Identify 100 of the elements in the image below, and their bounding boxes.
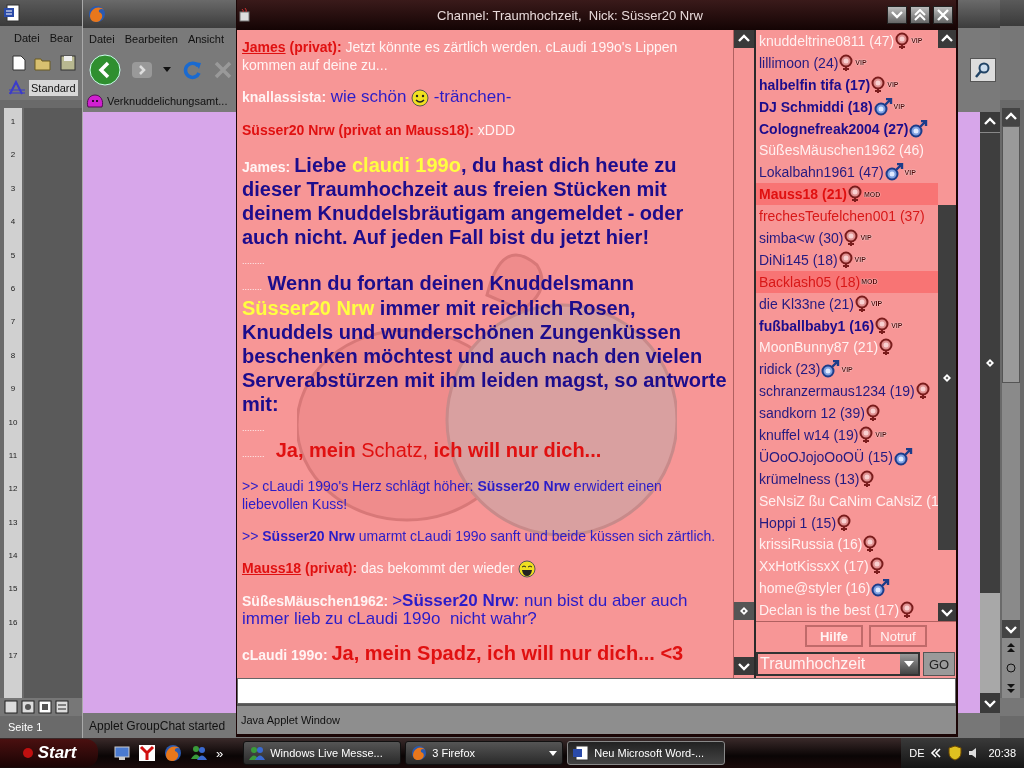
chat-message: ........ Wenn du fortan deinen Knuddelsmann Süsser20 Nrw immer mit reichlich Rosen, Knuddels und wunderschönen Zungenküssen beschenken möchtest und auch nach den vielen Serverabstürzen mit ihm leiden magst, so antworte mit: xyxy=(242,270,728,416)
maximize-button[interactable] xyxy=(910,6,930,24)
chevron-down-icon xyxy=(891,10,903,20)
chat-message: ......... xyxy=(242,421,266,435)
ruler-number: 10 xyxy=(8,416,18,429)
female-symbol-icon xyxy=(862,535,879,554)
folder-icon[interactable] xyxy=(34,55,52,71)
female-symbol-icon xyxy=(914,382,931,401)
female-symbol-icon xyxy=(859,469,876,488)
vertical-scrollbar[interactable] xyxy=(980,112,1000,713)
menu-item[interactable]: Datei xyxy=(14,32,40,44)
double-chevron-up-icon xyxy=(914,9,926,21)
male-symbol-icon xyxy=(872,97,893,116)
expand-tray-icon[interactable] xyxy=(930,747,943,759)
chat-message: Mauss18 (privat): das bekommt der wieder xyxy=(242,558,729,578)
close-button[interactable] xyxy=(933,6,953,24)
female-symbol-icon xyxy=(843,228,860,247)
caret-icon[interactable] xyxy=(163,67,171,73)
vertical-scrollbar[interactable] xyxy=(938,30,956,622)
male-symbol-icon xyxy=(820,360,841,379)
female-symbol-icon xyxy=(894,31,911,50)
firefox-icon[interactable] xyxy=(164,744,182,762)
vertical-scrollbar[interactable] xyxy=(1002,108,1020,698)
female-symbol-icon xyxy=(838,53,855,72)
ruler-number: 7 xyxy=(10,316,16,329)
female-symbol-icon xyxy=(864,404,881,423)
ruler-number: 11 xyxy=(8,449,18,462)
female-symbol-icon xyxy=(874,316,891,335)
chat-message: James: Liebe claudi 199o, du hast dich heute zu dieser Traumhochzeit aus freien Stücken mit deinem Knuddelsbräutigam angemeldet - oder auch nicht. Auf jeden Fall bist du jetzt hier! xyxy=(242,152,685,249)
ruler-number: 2 xyxy=(10,149,16,162)
message-input-field[interactable] xyxy=(237,678,956,704)
status-text: Java Applet Window xyxy=(241,714,341,726)
user-list-item[interactable]: ÜOoOJojoOoOÜ (15) xyxy=(756,445,938,468)
vertical-scrollbar[interactable] xyxy=(733,30,754,678)
ruler-number: 17 xyxy=(8,650,18,663)
male-symbol-icon xyxy=(892,447,913,466)
ruler-number: 6 xyxy=(10,282,16,295)
ruler-number: 5 xyxy=(10,249,16,262)
female-symbol-icon xyxy=(858,425,875,444)
people-icon xyxy=(249,745,266,761)
window-title: Channel: Traumhochzeit, Nick: Süsser20 Nrw xyxy=(436,7,704,23)
user-list-item[interactable]: krümelness (13) xyxy=(756,467,938,490)
save-icon[interactable] xyxy=(60,55,76,71)
search-icon xyxy=(975,62,991,78)
menu-item[interactable]: Bear xyxy=(49,32,73,44)
new-document-icon[interactable] xyxy=(12,55,26,71)
chat-message: cLaudi 199o: Ja, mein Spadz, ich will nur dich... <3 xyxy=(242,640,685,665)
user-list-item[interactable]: Hoppi 1 (15) xyxy=(756,511,938,534)
female-symbol-icon xyxy=(870,75,887,94)
shield-icon[interactable] xyxy=(948,745,963,761)
more-button[interactable]: » xyxy=(216,745,224,761)
ruler-number: 9 xyxy=(10,383,16,396)
caret-icon xyxy=(549,750,558,756)
user-list-item[interactable]: sandkorn 12 (39) xyxy=(756,402,938,425)
bookmark-link[interactable]: Verknuddelichungsamt... xyxy=(107,95,228,107)
ruler-number: 1 xyxy=(10,116,16,128)
back-button-icon[interactable] xyxy=(89,54,121,86)
ruler-number: 14 xyxy=(8,550,18,563)
style-dropdown[interactable]: Standard xyxy=(29,80,78,96)
java-cup-icon xyxy=(237,7,253,23)
menu-item[interactable]: Datei xyxy=(89,33,115,45)
minimize-button[interactable] xyxy=(887,6,907,24)
application-icon[interactable] xyxy=(138,744,156,762)
smiley-icon xyxy=(411,88,430,107)
clock: 20:38 xyxy=(988,747,1016,759)
ruler-number: 12 xyxy=(8,483,18,496)
status-text: Applet GroupChat started xyxy=(89,718,226,733)
taskbar-button[interactable]: Neu Microsoft Word-... xyxy=(567,741,726,765)
start-orb-icon xyxy=(21,747,34,759)
ruler-number: 16 xyxy=(8,616,18,629)
male-symbol-icon xyxy=(883,163,904,182)
user-list-item[interactable]: Colognefreak2004 (27) xyxy=(756,117,938,140)
forward-button-icon[interactable] xyxy=(131,59,153,81)
language-indicator[interactable]: DE xyxy=(909,747,925,759)
start-button[interactable]: Start xyxy=(0,739,98,767)
web-view-icon[interactable] xyxy=(21,700,35,714)
female-symbol-icon xyxy=(846,185,863,204)
print-view-icon[interactable] xyxy=(38,700,52,714)
chat-message: ......... Ja, mein Schatz, ich will nur dich... xyxy=(242,437,603,463)
female-symbol-icon xyxy=(837,250,854,269)
male-symbol-icon xyxy=(870,579,891,598)
outline-view-icon[interactable] xyxy=(55,700,69,714)
chat-message: ......... xyxy=(242,254,266,268)
people-icon[interactable] xyxy=(190,744,208,762)
taskbar-button[interactable]: Windows Live Messe... xyxy=(243,741,402,765)
desktop-icon[interactable] xyxy=(114,745,130,761)
user-list-item[interactable]: schranzermaus1234 (19) xyxy=(756,380,938,403)
menu-item[interactable]: Bearbeiten xyxy=(124,33,178,45)
word-document-icon xyxy=(573,745,590,761)
normal-view-icon[interactable] xyxy=(4,700,18,714)
ruler-number: 8 xyxy=(10,349,16,362)
firefox-icon xyxy=(87,4,107,24)
female-symbol-icon xyxy=(878,338,895,357)
chat-message: James (privat): Jetzt könnte es zärtlich werden. cLaudi 199o's Lippen kommen auf deine zu... xyxy=(242,38,679,74)
search-button[interactable] xyxy=(970,58,996,82)
taskbar-button[interactable]: 3 Firefox xyxy=(405,741,564,765)
female-symbol-icon xyxy=(836,513,853,532)
menu-item[interactable]: Ansicht xyxy=(187,33,224,45)
male-symbol-icon xyxy=(908,119,929,138)
go-button[interactable]: GO xyxy=(923,652,955,676)
